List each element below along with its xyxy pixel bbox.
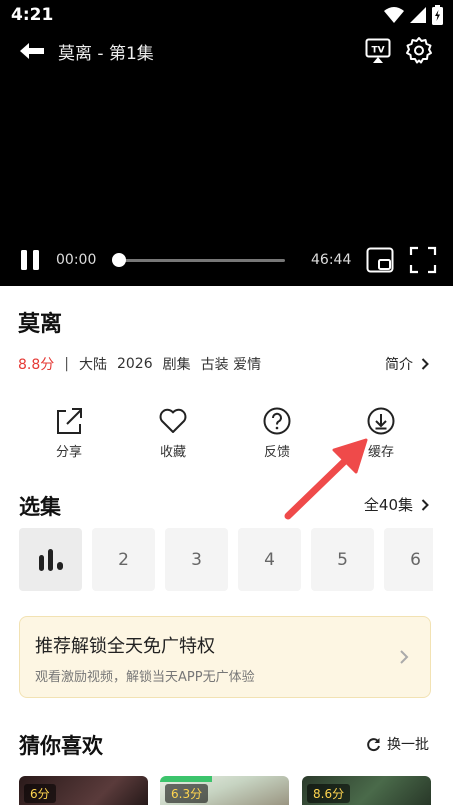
ad-free-promo-banner[interactable]: 推荐解锁全天免广特权 观看激励视频，解锁当天APP无广体验 [19,616,431,698]
favorite-label: 收藏 [159,445,186,460]
settings-gear-icon[interactable] [405,36,433,64]
all-episodes-link[interactable]: 全40集 [364,494,429,515]
promo-title: 推荐解锁全天免广特权 [35,636,215,657]
picture-in-picture-icon[interactable] [366,246,394,274]
episode-item[interactable]: 4 [238,528,301,591]
video-player[interactable]: 莫离 - 第1集 TV 00:00 46:44 [0,30,453,286]
recommend-thumbnail[interactable]: 6.3分 [160,776,289,805]
chevron-right-icon [421,498,429,511]
genres: 古装 爱情 [200,357,262,373]
progress-bar[interactable] [112,253,285,267]
region: 大陆 [78,357,107,373]
episode-item[interactable]: 2 [92,528,155,591]
promo-subtitle: 观看激励视频，解锁当天APP无广体验 [35,670,255,685]
recommend-title: 猜你喜欢 [19,734,103,758]
tv-cast-icon[interactable]: TV [365,38,391,64]
favorite-button[interactable]: 收藏 [143,406,203,460]
status-time: 4:21 [11,5,54,25]
episodes-title: 选集 [19,495,61,519]
share-button[interactable]: 分享 [39,406,99,460]
total-time: 46:44 [311,252,352,268]
svg-text:TV: TV [371,46,384,56]
thumb-score: 8.6分 [307,784,351,803]
thumb-tag [160,776,212,782]
share-label: 分享 [55,445,82,460]
score: 8.8分 [18,357,55,373]
recommend-thumbnail[interactable]: 6分 [19,776,148,805]
thumb-score: 6分 [24,784,56,803]
refresh-icon [367,737,380,751]
intro-label: 简介 [385,357,413,373]
recommend-thumbnail[interactable]: 8.6分 [302,776,431,805]
chevron-right-icon [400,650,409,664]
episode-item[interactable]: 6 [384,528,433,591]
status-icons [384,5,443,25]
back-arrow-icon[interactable] [18,40,46,62]
progress-thumb[interactable] [112,253,126,267]
refresh-label: 换一批 [387,737,429,753]
show-title: 莫离 [18,312,63,337]
chevron-right-icon [421,358,429,370]
episode-list: 2 3 4 5 6 [19,528,433,591]
share-icon [57,408,82,434]
status-bar: 4:21 [0,0,453,30]
all-episodes-label: 全40集 [363,496,413,514]
current-time: 00:00 [56,252,97,268]
video-title: 莫离 - 第1集 [58,44,154,64]
year: 2026 [116,356,153,372]
wifi-icon [384,7,404,23]
playing-bars-icon [38,548,63,571]
thumb-score: 6.3分 [165,784,209,803]
show-meta: 8.8分 | 大陆 2026 剧集 古装 爱情 [18,354,271,374]
fullscreen-icon[interactable] [409,246,437,274]
meta-separator: | [64,356,69,372]
pause-icon[interactable] [19,248,41,272]
refresh-button[interactable]: 换一批 [366,734,429,754]
episode-item[interactable]: 5 [311,528,374,591]
episode-1-playing[interactable] [19,528,82,591]
battery-icon [432,5,443,25]
signal-icon [410,7,426,23]
show-type: 剧集 [162,357,191,373]
heart-icon [159,408,187,433]
intro-link[interactable]: 简介 [385,354,429,374]
episode-item[interactable]: 3 [165,528,228,591]
